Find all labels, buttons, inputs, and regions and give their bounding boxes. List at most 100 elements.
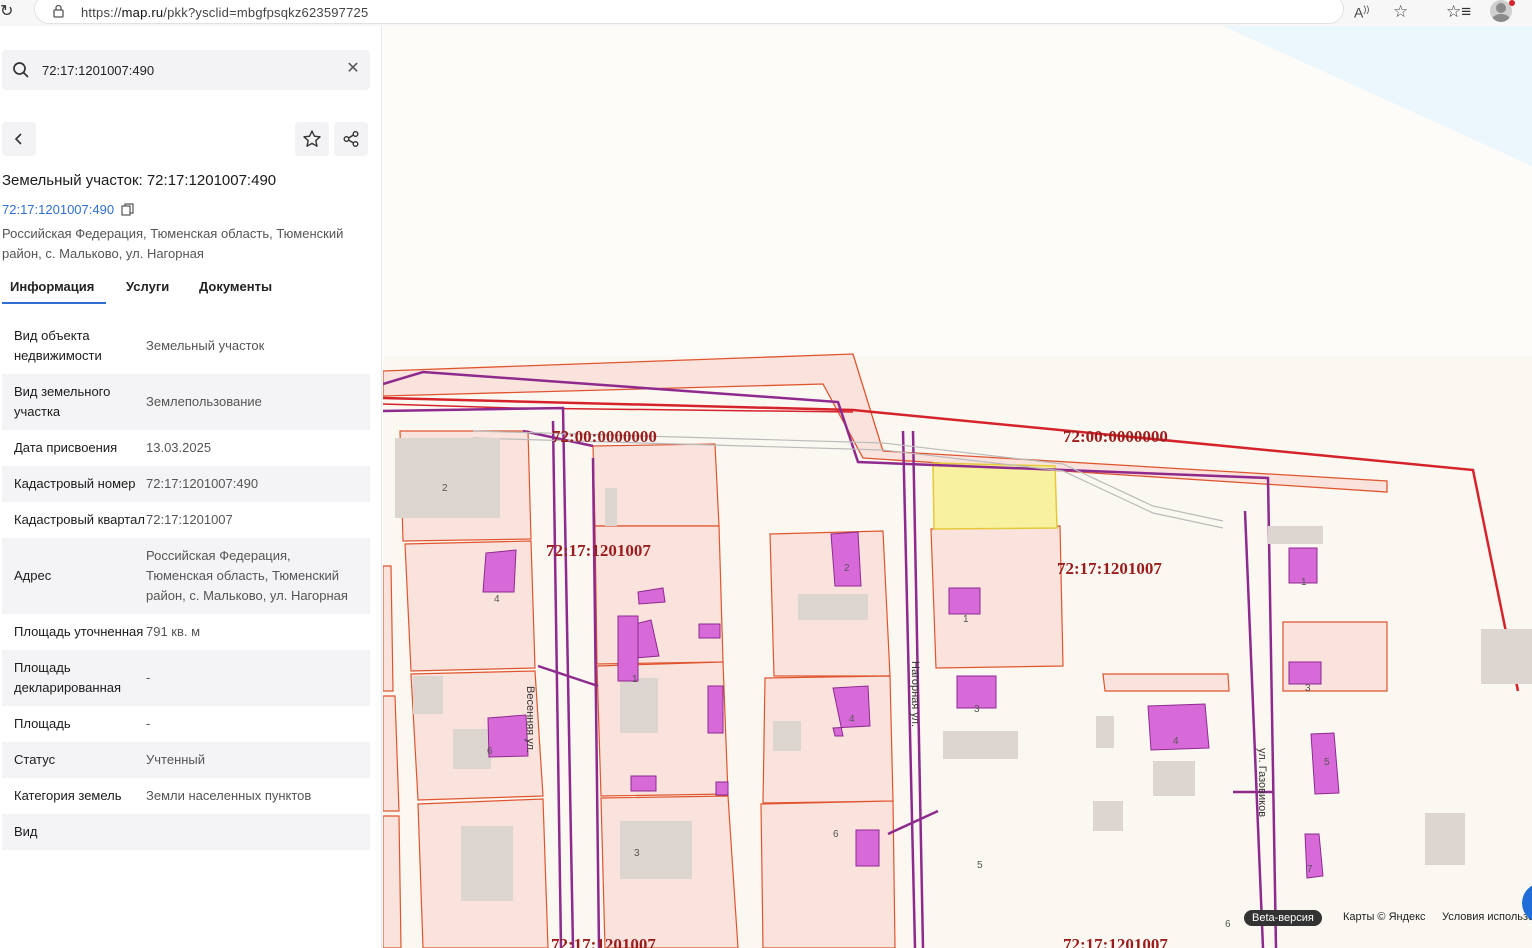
selected-parcel bbox=[932, 462, 1058, 530]
property-key: Статус bbox=[14, 752, 56, 767]
map-attribution[interactable]: Карты © Яндекс bbox=[1343, 911, 1426, 923]
zone-line bbox=[1243, 510, 1265, 948]
lot-number: 1 bbox=[963, 614, 969, 625]
building-footprint bbox=[461, 826, 513, 901]
search-input[interactable] bbox=[42, 60, 332, 80]
property-row: Статус Учтенный bbox=[2, 742, 370, 778]
url-text: https://map.ru/pkk?ysclid=mbgfpsqkz62359… bbox=[81, 5, 369, 20]
building-footprint bbox=[620, 821, 692, 879]
building-footprint bbox=[453, 729, 491, 769]
zone-line bbox=[551, 420, 563, 948]
building bbox=[1288, 661, 1322, 685]
lot-number: 6 bbox=[1225, 919, 1231, 930]
property-key: Категория земель bbox=[14, 788, 122, 803]
property-value: 13.03.2025 bbox=[146, 440, 212, 455]
property-key: Дата присвоения bbox=[14, 440, 118, 455]
tab-bar: Информация Услуги Документы bbox=[0, 276, 382, 306]
street-label: ул. Газовиков bbox=[1256, 748, 1268, 818]
property-value: - bbox=[146, 670, 151, 685]
chevron-left-icon bbox=[14, 133, 22, 145]
property-row: Вид земельного участка Землепользование bbox=[2, 374, 370, 430]
active-tab-indicator bbox=[2, 302, 106, 304]
property-key: Площадь bbox=[14, 716, 71, 731]
quarter-label: 72:00:0000000 bbox=[1063, 427, 1168, 446]
building bbox=[630, 775, 657, 792]
lot-number: 2 bbox=[844, 563, 850, 574]
building bbox=[698, 623, 721, 639]
lot-number: 5 bbox=[977, 860, 983, 871]
building-footprint bbox=[773, 721, 801, 751]
read-aloud-icon[interactable]: A)) bbox=[1354, 4, 1374, 22]
favorite-button[interactable] bbox=[295, 122, 329, 156]
notification-dot bbox=[1509, 0, 1515, 6]
lot-number: 1 bbox=[1301, 577, 1307, 588]
building-footprint bbox=[798, 594, 868, 620]
quarter-label: 72:17:1201007 bbox=[1063, 935, 1168, 948]
property-row: Адрес Российская Федерация, Тюменская обл… bbox=[2, 538, 370, 614]
property-key: Вид bbox=[14, 824, 38, 839]
street-label: Весенняя ул. bbox=[524, 686, 536, 753]
parcel bbox=[383, 565, 394, 692]
copy-icon[interactable] bbox=[121, 203, 134, 216]
quarter-label: 72:17:1201007 bbox=[546, 541, 651, 560]
info-sidebar: ✕ Земельный участок: 72:17:1201007:490 7… bbox=[0, 26, 382, 948]
properties-table: Вид объекта недвижимости Земельный участо… bbox=[2, 318, 370, 850]
tab-information[interactable]: Информация bbox=[10, 279, 94, 294]
building-footprint bbox=[1268, 526, 1323, 544]
building-footprint bbox=[1481, 629, 1532, 684]
property-key: Площадь декларированная bbox=[14, 660, 122, 695]
favorites-icon[interactable]: ☆≡ bbox=[1446, 2, 1471, 22]
tab-documents[interactable]: Документы bbox=[199, 279, 272, 294]
lot-number: 4 bbox=[849, 714, 855, 725]
lot-number: 4 bbox=[1173, 736, 1179, 747]
building bbox=[487, 714, 529, 758]
building bbox=[617, 615, 639, 682]
quarter-label: 72:17:1201007 bbox=[551, 935, 656, 948]
building-footprint bbox=[1153, 761, 1195, 796]
lot-number: 3 bbox=[634, 848, 640, 859]
share-icon bbox=[343, 131, 359, 147]
building bbox=[707, 685, 724, 734]
building-footprint bbox=[943, 731, 1018, 759]
building-footprint bbox=[1093, 801, 1123, 831]
property-row: Вид объекта недвижимости Земельный участо… bbox=[2, 318, 370, 374]
clear-icon[interactable]: ✕ bbox=[345, 61, 361, 77]
object-address: Российская Федерация, Тюменская область,… bbox=[2, 226, 344, 261]
property-value: Земли населенных пунктов bbox=[146, 788, 312, 803]
building-footprint bbox=[395, 438, 500, 518]
browser-toolbar: ↻ https://map.ru/pkk?ysclid=mbgfpsqkz623… bbox=[0, 0, 1532, 26]
search-icon bbox=[13, 62, 29, 78]
lot-number: 2 bbox=[442, 483, 448, 494]
object-title: Земельный участок: 72:17:1201007:490 bbox=[2, 172, 277, 189]
property-value: Российская Федерация, Тюменская область,… bbox=[146, 548, 348, 603]
lot-number: 6 bbox=[833, 829, 839, 840]
beta-badge: Beta-версия bbox=[1244, 910, 1322, 926]
parcel bbox=[383, 695, 400, 812]
map-terms-link[interactable]: Условия использования bbox=[1442, 911, 1532, 923]
road-strip bbox=[383, 353, 1388, 493]
property-row: Категория земель Земли населенных пунктов bbox=[2, 778, 370, 814]
map-canvas[interactable] bbox=[383, 26, 1532, 948]
back-button[interactable] bbox=[2, 122, 36, 156]
cadastral-map[interactable]: 72:00:0000000 72:00:0000000 72:17:120100… bbox=[383, 26, 1532, 948]
road-edge bbox=[472, 437, 1224, 529]
property-row: Кадастровый квартал 72:17:1201007 bbox=[2, 502, 370, 538]
tab-services[interactable]: Услуги bbox=[126, 279, 169, 294]
lot-number: 3 bbox=[974, 704, 980, 715]
property-value: 72:17:1201007:490 bbox=[146, 476, 259, 491]
star-icon bbox=[303, 130, 321, 147]
lot-number: 7 bbox=[1307, 864, 1313, 875]
property-key: Вид земельного участка bbox=[14, 384, 111, 419]
share-button[interactable] bbox=[334, 122, 368, 156]
parcel bbox=[760, 800, 896, 948]
reload-icon[interactable]: ↻ bbox=[0, 3, 16, 21]
blank-area bbox=[383, 26, 1532, 356]
lot-number: 5 bbox=[1324, 757, 1330, 768]
building-footprint bbox=[1425, 813, 1465, 865]
add-favorite-icon[interactable]: ☆ bbox=[1393, 2, 1413, 22]
lot-number: 3 bbox=[1305, 683, 1311, 694]
property-row: Кадастровый номер 72:17:1201007:490 bbox=[2, 466, 370, 502]
cadastral-link[interactable]: 72:17:1201007:490 bbox=[2, 202, 114, 217]
address-bar[interactable]: https://map.ru/pkk?ysclid=mbgfpsqkz62359… bbox=[34, 0, 1344, 24]
building bbox=[715, 781, 729, 796]
